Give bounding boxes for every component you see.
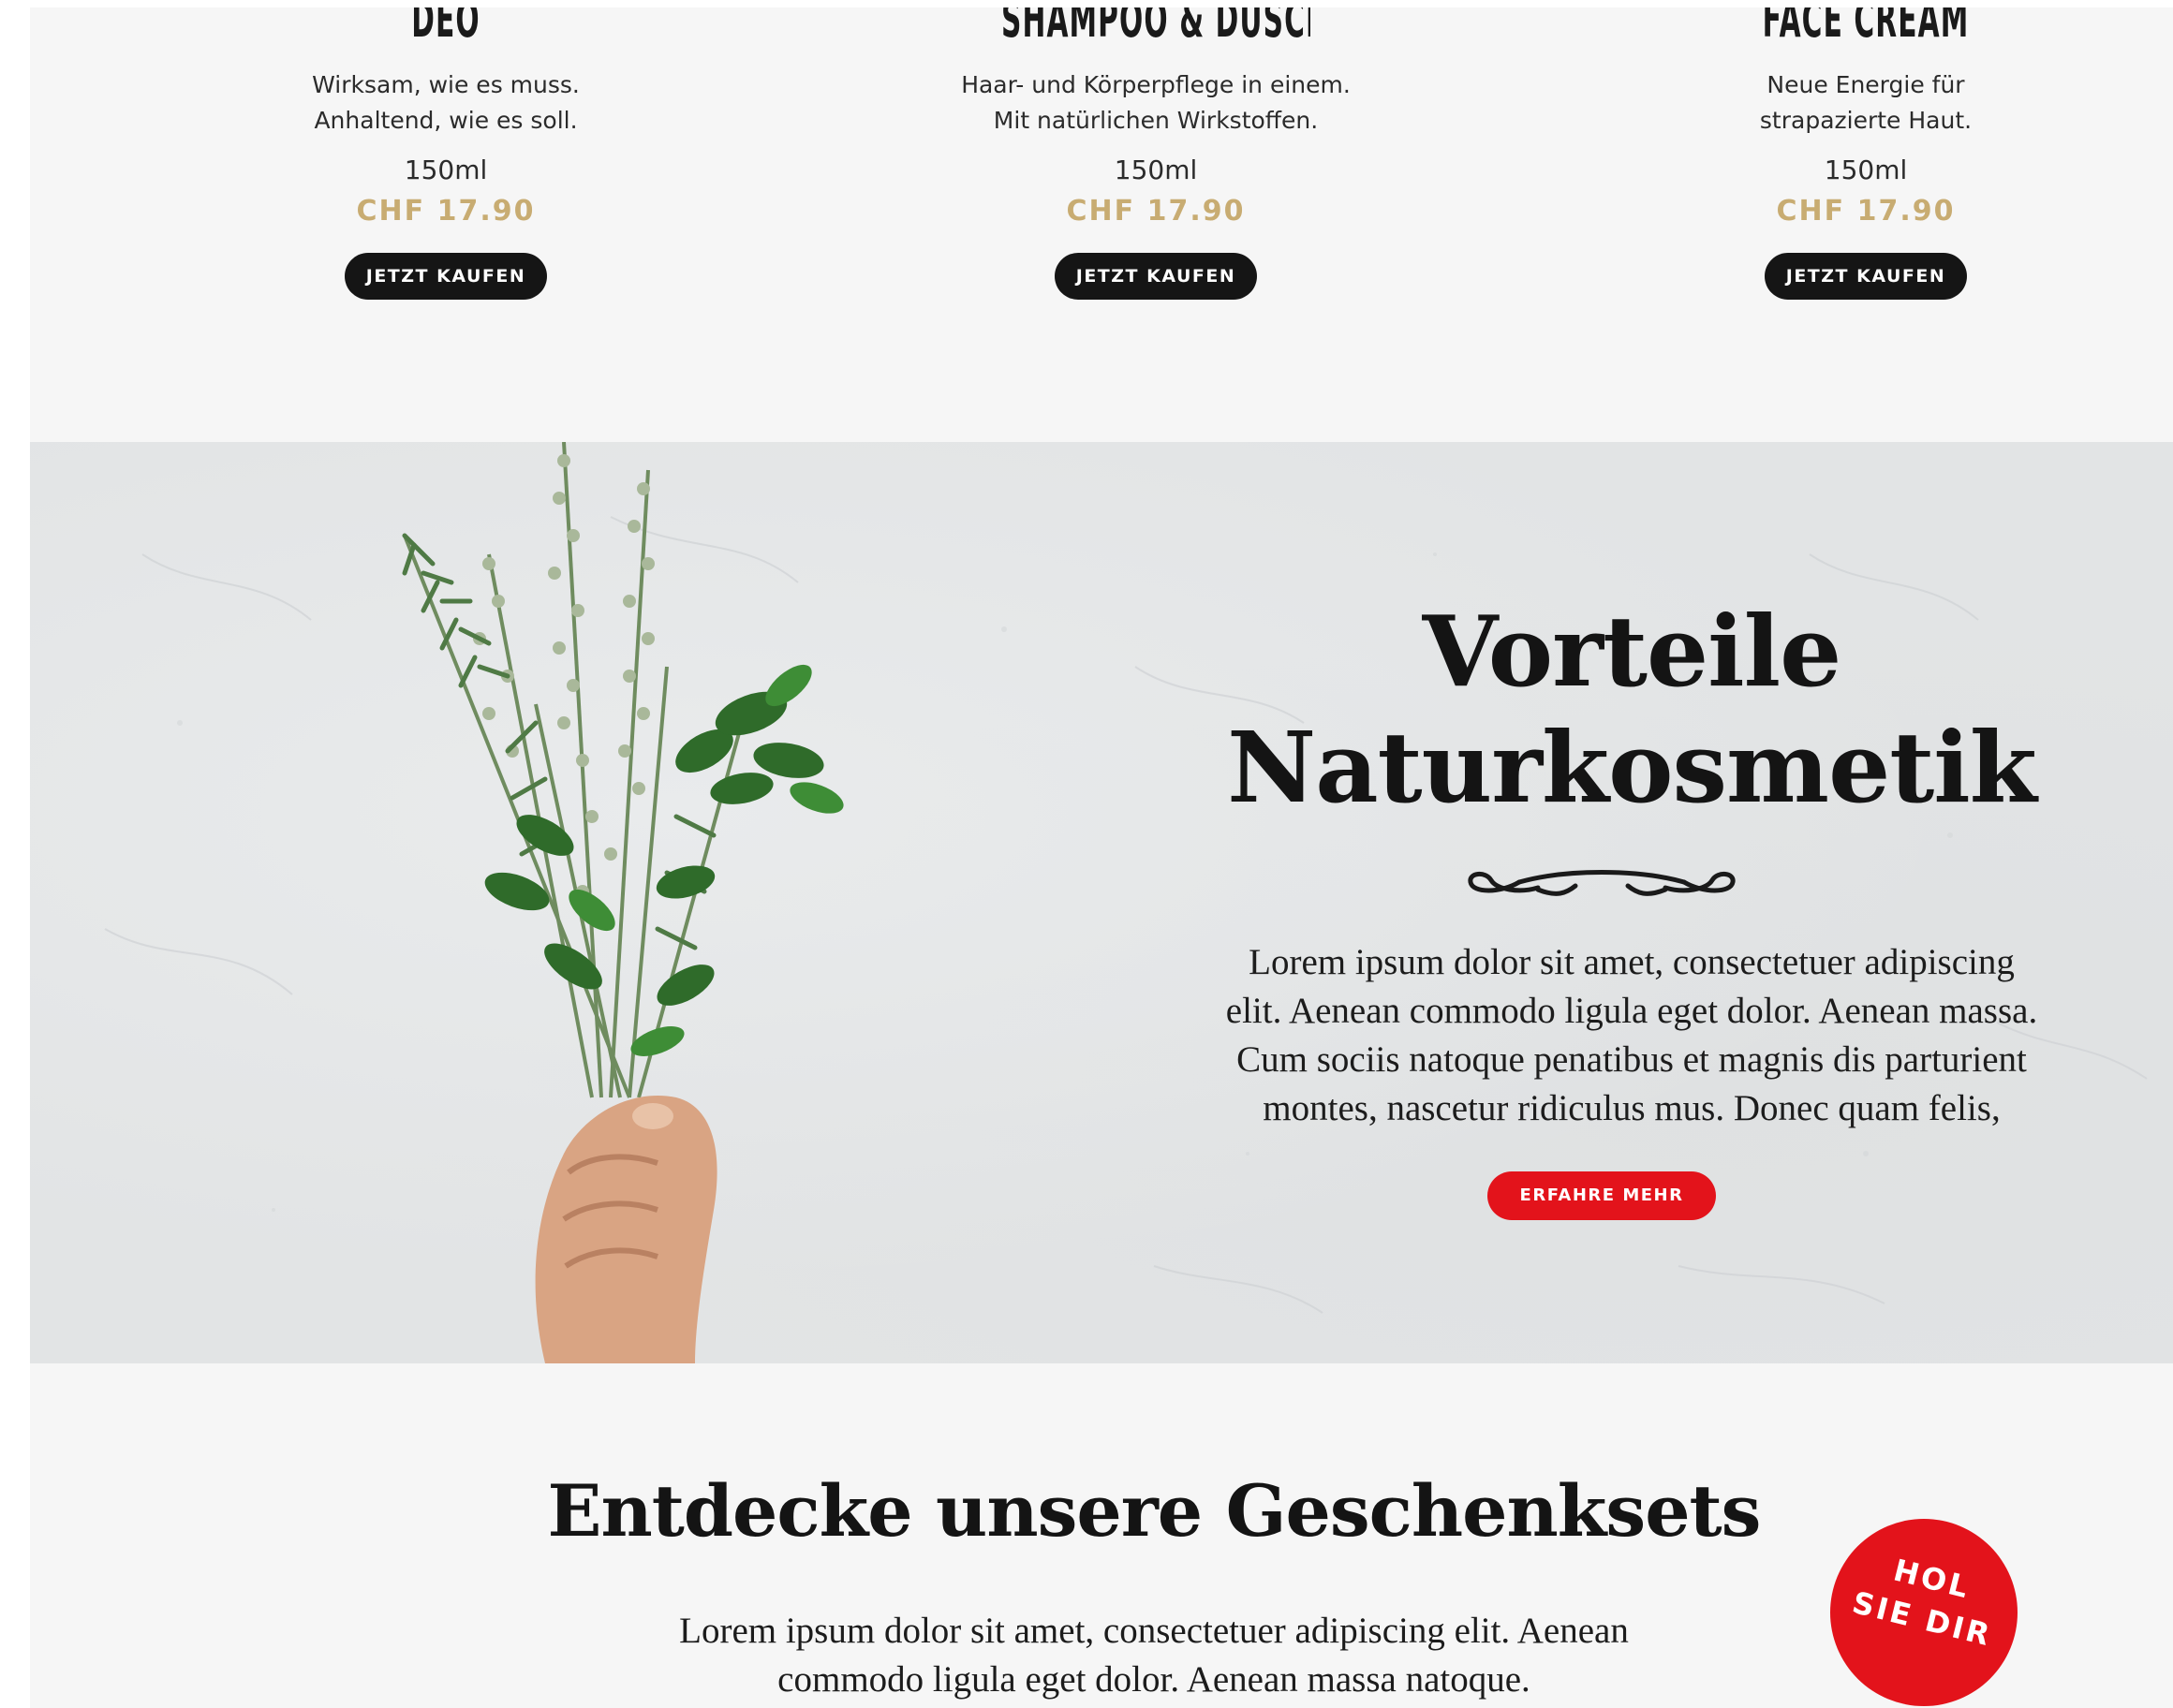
hero-section: Vorteile Naturkosmetik Lorem ipsum dolor… [30,442,2173,1363]
product-card-shampoo: SHAMPOO & DUSCH Haar- und Körperpflege i… [875,7,1437,300]
buy-now-button[interactable]: JETZT KAUFEN [345,253,547,300]
product-description: Wirksam, wie es muss. Anhaltend, wie es … [165,67,727,139]
hero-description: Lorem ipsum dolor sit amet, consectetuer… [1116,938,2147,1133]
product-price: CHF 17.90 [1776,195,1956,228]
hero-description-line: montes, nascetur ridiculus mus. Donec qu… [1263,1088,2001,1128]
product-description-line: Neue Energie für [1766,71,1965,98]
product-price: CHF 17.90 [1066,195,1246,228]
product-name: DEO [411,7,480,39]
product-description-line: Wirksam, wie es muss. [312,71,580,98]
herb-bouquet-image [402,442,844,1363]
product-description-line: strapazierte Haut. [1759,107,1973,134]
page: DEO Wirksam, wie es muss. Anhaltend, wie… [30,7,2173,1708]
hero-description-line: Cum sociis natoque penatibus et magnis d… [1236,1039,2027,1080]
product-card-deo: DEO Wirksam, wie es muss. Anhaltend, wie… [165,7,727,300]
hero-title-line: Vorteile [1422,594,1842,709]
hero-description-line: elit. Aenean commodo ligula eget dolor. … [1225,991,2038,1031]
hero-description-line: Lorem ipsum dolor sit amet, consectetuer… [1249,942,2015,982]
ornament-divider-icon [1468,870,1736,896]
product-description-line: Haar- und Körperpflege in einem. [961,71,1351,98]
learn-more-button[interactable]: ERFAHRE MEHR [1487,1171,1716,1220]
hero-title-line: Naturkosmetik [1227,710,2037,825]
product-description-line: Anhaltend, wie es soll. [314,107,578,134]
buy-now-button[interactable]: JETZT KAUFEN [1055,253,1257,300]
product-description: Neue Energie für strapazierte Haut. [1585,67,2147,139]
hero-title: Vorteile Naturkosmetik [1070,594,2173,826]
product-price: CHF 17.90 [356,195,536,228]
product-name: FACE CREAM [1762,7,1970,39]
product-name: SHAMPOO & DUSCH [1001,7,1310,39]
product-size: 150ml [1114,155,1198,185]
product-description: Haar- und Körperpflege in einem. Mit nat… [875,67,1437,139]
product-size: 150ml [1824,155,1908,185]
product-size: 150ml [404,155,488,185]
product-description-line: Mit natürlichen Wirkstoffen. [993,107,1319,134]
get-it-badge[interactable]: HOL SIE DIR [1830,1519,2018,1706]
buy-now-button[interactable]: JETZT KAUFEN [1765,253,1967,300]
product-card-face-cream: FACE CREAM Neue Energie für strapazierte… [1585,7,2147,300]
